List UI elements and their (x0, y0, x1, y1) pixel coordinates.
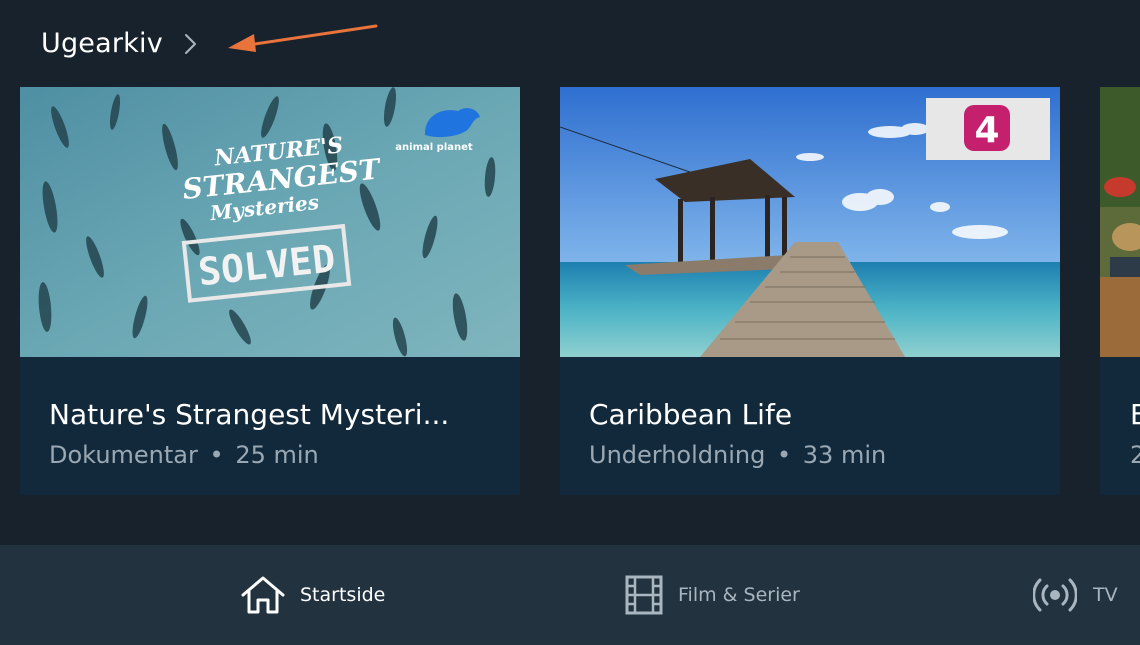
home-icon (240, 575, 286, 615)
card-meta: Dokumentar • 25 min (49, 440, 491, 470)
card-thumbnail (1100, 87, 1140, 357)
chevron-right-icon (183, 32, 197, 56)
content-card[interactable]: 4 Caribbean Life Underholdning • 33 min (560, 87, 1060, 495)
annotation-arrow-icon (228, 24, 378, 52)
nav-item-tv[interactable]: TV (1033, 575, 1118, 615)
section-title: Ugearkiv (41, 28, 163, 59)
nav-label-startside: Startside (300, 584, 386, 606)
app-root: Ugearkiv NATURE'S STRANGEST Mysteries SO… (0, 0, 1140, 645)
card-thumbnail: NATURE'S STRANGEST Mysteries SOLVED anim… (20, 87, 520, 357)
channel-logo-text: animal planet (395, 142, 473, 153)
card-thumbnail: 4 (560, 87, 1060, 357)
card-title: E (1130, 398, 1140, 431)
card-duration: 25 min (235, 441, 319, 469)
nav-label-film-serier: Film & Serier (678, 584, 800, 606)
card-title: Caribbean Life (589, 398, 793, 431)
card-meta: Underholdning • 33 min (589, 440, 1031, 470)
card-genre: Dokumentar (49, 441, 198, 469)
content-card[interactable]: NATURE'S STRANGEST Mysteries SOLVED anim… (20, 87, 520, 495)
nav-item-film-serier[interactable]: Film & Serier (624, 575, 800, 615)
carousel: NATURE'S STRANGEST Mysteries SOLVED anim… (0, 87, 1140, 495)
channel-logo-text: 4 (974, 110, 999, 151)
nav-label-tv: TV (1093, 584, 1118, 606)
card-title: Nature's Strangest Mysteri... (49, 398, 450, 431)
bottom-nav: Startside Film & Serier TV (0, 545, 1140, 645)
broadcast-icon (1033, 575, 1077, 615)
content-card[interactable]: E 2 (1100, 87, 1140, 495)
meta-separator: • (209, 441, 224, 469)
section-header-link[interactable]: Ugearkiv (41, 28, 197, 59)
nav-item-startside[interactable]: Startside (240, 575, 385, 615)
card-meta: 2 (1130, 441, 1140, 469)
film-icon (624, 575, 664, 615)
card-genre: Underholdning (589, 441, 766, 469)
card-duration: 33 min (802, 441, 887, 469)
meta-separator: • (776, 441, 792, 469)
